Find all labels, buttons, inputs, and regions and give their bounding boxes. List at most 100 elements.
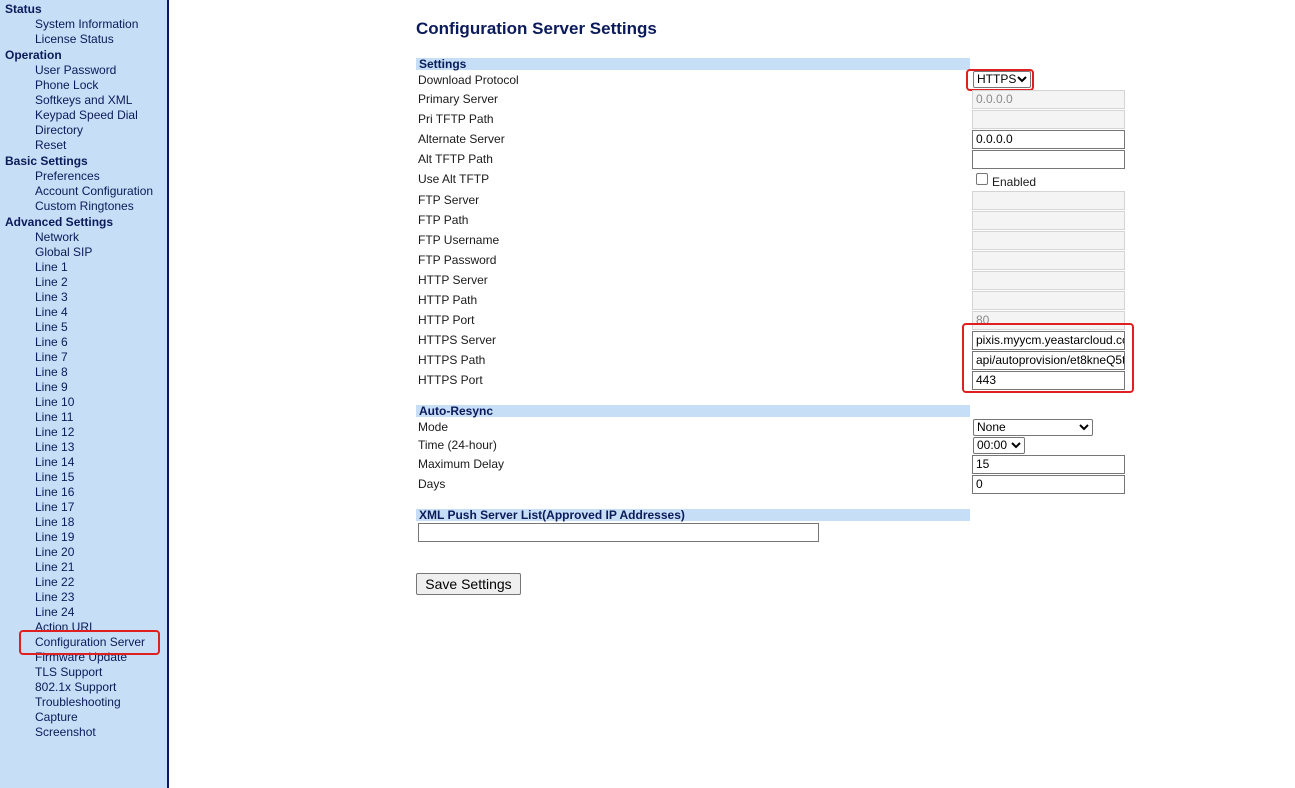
- sidebar-item-line-16[interactable]: Line 16: [35, 485, 74, 500]
- page-title: Configuration Server Settings: [416, 19, 657, 38]
- nav-group-advanced-settings[interactable]: Advanced Settings: [5, 215, 113, 230]
- sidebar-item-license-status[interactable]: License Status: [35, 32, 114, 47]
- sidebar-item-line-5[interactable]: Line 5: [35, 320, 68, 335]
- sidebar-item-line-10[interactable]: Line 10: [35, 395, 74, 410]
- label-maximum-delay: Maximum Delay: [418, 457, 505, 471]
- sidebar-item-directory[interactable]: Directory: [35, 123, 83, 138]
- http-port-input[interactable]: 80: [972, 311, 1125, 330]
- sidebar-item-account-configuration[interactable]: Account Configuration: [35, 184, 153, 199]
- sidebar-item-line-19[interactable]: Line 19: [35, 530, 74, 545]
- sidebar-item-keypad-speed-dial[interactable]: Keypad Speed Dial: [35, 108, 138, 123]
- chevron-down-icon: [1079, 424, 1089, 431]
- nav-group-operation[interactable]: Operation: [5, 48, 62, 63]
- alternate-server-input[interactable]: 0.0.0.0: [972, 130, 1125, 149]
- label-https-path: HTTPS Path: [418, 353, 486, 367]
- time-select[interactable]: 00:00: [973, 437, 1025, 454]
- sidebar-item-custom-ringtones[interactable]: Custom Ringtones: [35, 199, 134, 214]
- sidebar-item-softkeys-and-xml[interactable]: Softkeys and XML: [35, 93, 132, 108]
- sidebar-item-line-3[interactable]: Line 3: [35, 290, 68, 305]
- maximum-delay-input[interactable]: 15: [972, 455, 1125, 474]
- https-port-input[interactable]: 443: [972, 371, 1125, 390]
- sidebar-item-line-4[interactable]: Line 4: [35, 305, 68, 320]
- sidebar-item-configuration-server[interactable]: Configuration Server: [35, 635, 145, 650]
- section-header-xml-push: XML Push Server List(Approved IP Address…: [416, 509, 970, 521]
- sidebar-item-line-11[interactable]: Line 11: [35, 410, 73, 425]
- label-ftp-password: FTP Password: [418, 253, 497, 267]
- https-server-input[interactable]: pixis.myycm.yeastarcloud.cc: [972, 331, 1125, 350]
- sidebar-item-line-2[interactable]: Line 2: [35, 275, 68, 290]
- https-path-input[interactable]: api/autoprovision/et8kneQ5t': [972, 351, 1125, 370]
- sidebar-item-screenshot[interactable]: Screenshot: [35, 725, 96, 740]
- sidebar-item-line-9[interactable]: Line 9: [35, 380, 68, 395]
- sidebar-item-line-14[interactable]: Line 14: [35, 455, 74, 470]
- chevron-down-icon: [1011, 442, 1021, 449]
- label-http-server: HTTP Server: [418, 273, 488, 287]
- sidebar-item-line-13[interactable]: Line 13: [35, 440, 74, 455]
- mode-select[interactable]: None: [973, 419, 1093, 436]
- label-https-server: HTTPS Server: [418, 333, 497, 347]
- label-https-port: HTTPS Port: [418, 373, 483, 387]
- label-pri-tftp-path: Pri TFTP Path: [418, 112, 494, 126]
- xml-push-server-list-input[interactable]: [418, 523, 819, 542]
- label-use-alt-tftp: Use Alt TFTP: [418, 172, 490, 186]
- label-ftp-server: FTP Server: [418, 193, 480, 207]
- sidebar-item-capture[interactable]: Capture: [35, 710, 78, 725]
- sidebar-item-line-18[interactable]: Line 18: [35, 515, 74, 530]
- sidebar-item-line-24[interactable]: Line 24: [35, 605, 74, 620]
- sidebar-item-user-password[interactable]: User Password: [35, 63, 116, 78]
- label-alternate-server: Alternate Server: [418, 132, 505, 146]
- sidebar-item-phone-lock[interactable]: Phone Lock: [35, 78, 98, 93]
- download-protocol-value: HTTPS: [977, 72, 1017, 86]
- sidebar-item-line-23[interactable]: Line 23: [35, 590, 74, 605]
- sidebar-item-system-information[interactable]: System Information: [35, 17, 138, 32]
- nav-group-basic-settings[interactable]: Basic Settings: [5, 154, 88, 169]
- sidebar-item-8021x-support[interactable]: 802.1x Support: [35, 680, 116, 695]
- sidebar-item-line-15[interactable]: Line 15: [35, 470, 74, 485]
- use-alt-tftp-checkbox-label: Enabled: [992, 175, 1037, 189]
- sidebar-item-reset[interactable]: Reset: [35, 138, 66, 153]
- sidebar-item-line-21[interactable]: Line 21: [35, 560, 74, 575]
- sidebar-item-troubleshooting[interactable]: Troubleshooting: [35, 695, 121, 710]
- ftp-username-input[interactable]: [972, 231, 1125, 250]
- ftp-path-input[interactable]: [972, 211, 1125, 230]
- nav-group-status[interactable]: Status: [5, 2, 42, 17]
- sidebar-item-line-8[interactable]: Line 8: [35, 365, 68, 380]
- label-http-port: HTTP Port: [418, 313, 475, 327]
- save-settings-button[interactable]: Save Settings: [416, 573, 521, 595]
- sidebar-item-global-sip[interactable]: Global SIP: [35, 245, 92, 260]
- sidebar-item-line-6[interactable]: Line 6: [35, 335, 68, 350]
- time-value: 00:00: [977, 438, 1008, 452]
- sidebar-item-line-1[interactable]: Line 1: [35, 260, 68, 275]
- label-alt-tftp-path: Alt TFTP Path: [418, 152, 493, 166]
- label-ftp-path: FTP Path: [418, 213, 469, 227]
- sidebar-item-action-uri[interactable]: Action URI: [35, 620, 92, 635]
- label-ftp-username: FTP Username: [418, 233, 500, 247]
- chevron-down-icon: [1017, 76, 1027, 83]
- use-alt-tftp-checkbox[interactable]: [976, 173, 988, 185]
- sidebar-item-preferences[interactable]: Preferences: [35, 169, 100, 184]
- alt-tftp-path-input[interactable]: [972, 150, 1125, 169]
- sidebar-item-line-20[interactable]: Line 20: [35, 545, 74, 560]
- pri-tftp-path-input[interactable]: [972, 110, 1125, 129]
- mode-value: None: [977, 420, 1006, 434]
- sidebar-item-tls-support[interactable]: TLS Support: [35, 665, 102, 680]
- sidebar-item-line-17[interactable]: Line 17: [35, 500, 74, 515]
- sidebar-item-line-22[interactable]: Line 22: [35, 575, 74, 590]
- days-input[interactable]: 0: [972, 475, 1125, 494]
- ftp-password-input[interactable]: [972, 251, 1125, 270]
- label-download-protocol: Download Protocol: [418, 73, 519, 87]
- primary-server-input[interactable]: 0.0.0.0: [972, 90, 1125, 109]
- label-mode: Mode: [418, 420, 449, 434]
- sidebar-item-line-7[interactable]: Line 7: [35, 350, 68, 365]
- http-server-input[interactable]: [972, 271, 1125, 290]
- sidebar-item-line-12[interactable]: Line 12: [35, 425, 74, 440]
- sidebar-item-network[interactable]: Network: [35, 230, 79, 245]
- section-header-settings: Settings: [416, 58, 970, 70]
- http-path-input[interactable]: [972, 291, 1125, 310]
- sidebar-item-firmware-update[interactable]: Firmware Update: [35, 650, 127, 665]
- label-http-path: HTTP Path: [418, 293, 478, 307]
- ftp-server-input[interactable]: [972, 191, 1125, 210]
- label-primary-server: Primary Server: [418, 92, 499, 106]
- download-protocol-select[interactable]: HTTPS: [973, 71, 1031, 88]
- main-content: Configuration Server Settings Settings D…: [0, 0, 1295, 788]
